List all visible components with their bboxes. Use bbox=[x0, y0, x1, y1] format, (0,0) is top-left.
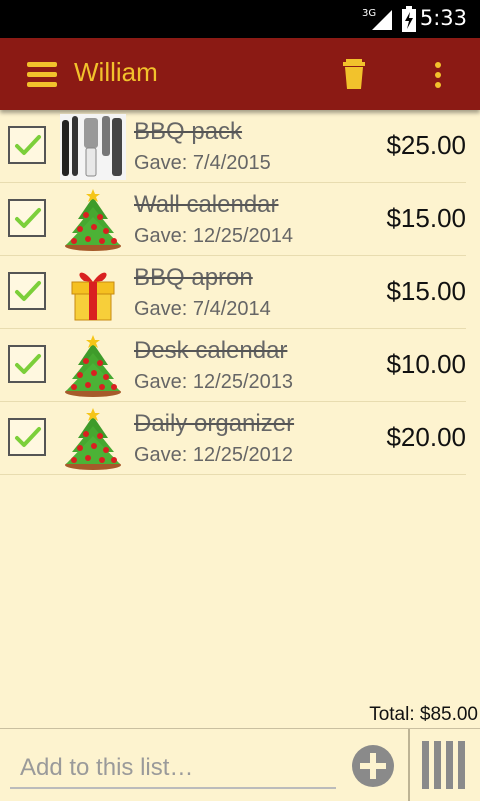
item-price: $15.00 bbox=[386, 276, 466, 306]
christmas-tree-icon bbox=[65, 408, 121, 470]
item-price: $25.00 bbox=[386, 130, 466, 160]
list-total: Total: $85.00 bbox=[369, 704, 478, 725]
item-date: Gave: 12/25/2013 bbox=[134, 371, 294, 393]
divider bbox=[408, 729, 410, 801]
item-checkbox[interactable] bbox=[8, 272, 46, 310]
list-item[interactable]: BBQ pack Gave: 7/4/2015 $25.00 bbox=[0, 110, 466, 183]
list-item[interactable]: Desk calendar Gave: 12/25/2013 $10.00 bbox=[0, 329, 466, 402]
gift-box-icon bbox=[71, 272, 115, 321]
trash-icon[interactable] bbox=[336, 56, 372, 92]
signal-3g-icon: 3G bbox=[362, 8, 392, 30]
bbq-tools-icon bbox=[60, 114, 126, 180]
check-icon bbox=[15, 281, 41, 301]
gift-list: BBQ pack Gave: 7/4/2015 $25.00 Wall cale… bbox=[0, 110, 466, 475]
add-item-bar bbox=[0, 728, 480, 801]
item-name: Daily organizer bbox=[134, 410, 295, 437]
item-date: Gave: 12/25/2012 bbox=[134, 444, 294, 466]
item-price: $20.00 bbox=[386, 422, 466, 452]
hamburger-menu-icon[interactable] bbox=[22, 58, 62, 92]
item-name: Desk calendar bbox=[134, 337, 288, 364]
network-label: 3G bbox=[362, 8, 376, 19]
list-item[interactable]: BBQ apron Gave: 7/4/2014 $15.00 bbox=[0, 256, 466, 329]
list-item[interactable]: Wall calendar Gave: 12/25/2014 $15.00 bbox=[0, 183, 466, 256]
clock: 5:33 bbox=[419, 6, 467, 30]
check-icon bbox=[15, 208, 41, 228]
item-date: Gave: 7/4/2014 bbox=[134, 298, 271, 320]
christmas-tree-icon bbox=[65, 189, 121, 251]
item-date: Gave: 12/25/2014 bbox=[134, 225, 294, 247]
item-checkbox[interactable] bbox=[8, 126, 46, 164]
app-bar: William bbox=[0, 38, 480, 110]
add-item-input[interactable] bbox=[10, 743, 336, 789]
item-checkbox[interactable] bbox=[8, 199, 46, 237]
item-checkbox[interactable] bbox=[8, 418, 46, 456]
christmas-tree-icon bbox=[65, 335, 121, 397]
list-item[interactable]: Daily organizer Gave: 12/25/2012 $20.00 bbox=[0, 402, 466, 475]
barcode-scan-icon[interactable] bbox=[420, 741, 468, 789]
item-name: BBQ pack bbox=[134, 118, 243, 145]
list-title: William bbox=[74, 57, 158, 87]
item-name: Wall calendar bbox=[134, 191, 279, 218]
item-price: $15.00 bbox=[386, 203, 466, 233]
check-icon bbox=[15, 354, 41, 374]
item-date: Gave: 7/4/2015 bbox=[134, 152, 271, 174]
battery-icon bbox=[402, 6, 416, 32]
item-name: BBQ apron bbox=[134, 264, 253, 291]
item-price: $10.00 bbox=[386, 349, 466, 379]
check-icon bbox=[15, 135, 41, 155]
check-icon bbox=[15, 427, 41, 447]
plus-circle-icon[interactable] bbox=[350, 743, 396, 789]
status-bar: 3G 5:33 bbox=[0, 0, 480, 38]
overflow-menu-icon[interactable] bbox=[424, 58, 452, 92]
item-checkbox[interactable] bbox=[8, 345, 46, 383]
